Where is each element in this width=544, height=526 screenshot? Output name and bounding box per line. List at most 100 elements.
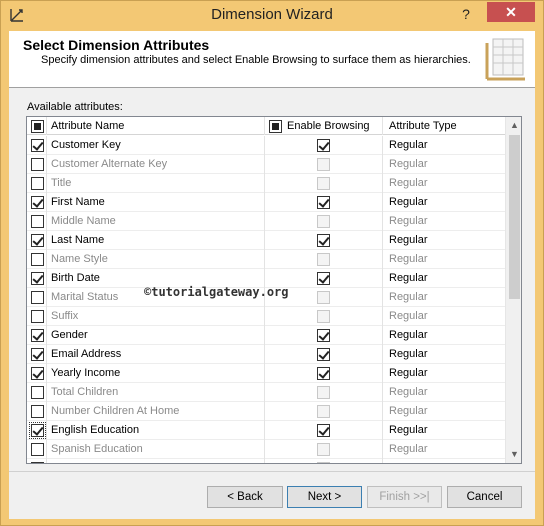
attribute-name[interactable]: Customer Alternate Key	[47, 155, 265, 174]
table-row[interactable]: Gender Regular	[27, 326, 505, 345]
attribute-name[interactable]: First Name	[47, 193, 265, 212]
attribute-type[interactable]: Regular	[383, 212, 505, 231]
next-button[interactable]: Next >	[287, 486, 362, 508]
attribute-name[interactable]: French Education	[47, 459, 265, 463]
attribute-name[interactable]: Suffix	[47, 307, 265, 326]
help-button[interactable]: ?	[455, 5, 477, 23]
table-row[interactable]: Name Style Regular	[27, 250, 505, 269]
vertical-scrollbar[interactable]: ▲ ▼	[505, 117, 521, 463]
row-select-checkbox[interactable]	[31, 158, 44, 171]
enable-browsing-checkbox[interactable]	[317, 215, 330, 228]
row-select-checkbox[interactable]	[31, 253, 44, 266]
finish-button[interactable]: Finish >>|	[367, 486, 442, 508]
attribute-type[interactable]: Regular	[383, 250, 505, 269]
attribute-name[interactable]: Yearly Income	[47, 364, 265, 383]
enable-browsing-checkbox[interactable]	[317, 310, 330, 323]
enable-browsing-checkbox[interactable]	[317, 329, 330, 342]
row-select-checkbox[interactable]	[31, 386, 44, 399]
row-select-checkbox[interactable]	[31, 367, 44, 380]
table-row[interactable]: English Education Regular	[27, 421, 505, 440]
scroll-down-icon[interactable]: ▼	[506, 446, 521, 463]
attribute-type[interactable]: Regular	[383, 231, 505, 250]
enable-browsing-checkbox[interactable]	[317, 386, 330, 399]
attribute-type[interactable]: Regular	[383, 440, 505, 459]
table-row[interactable]: Number Children At Home Regular	[27, 402, 505, 421]
row-select-checkbox[interactable]	[31, 215, 44, 228]
scroll-up-icon[interactable]: ▲	[506, 117, 521, 134]
attribute-type[interactable]: Regular	[383, 459, 505, 463]
attribute-name[interactable]: English Education	[47, 421, 265, 440]
enable-browsing-checkbox[interactable]	[317, 234, 330, 247]
attribute-type[interactable]: Regular	[383, 307, 505, 326]
attribute-name[interactable]: Spanish Education	[47, 440, 265, 459]
enable-browsing-checkbox[interactable]	[317, 405, 330, 418]
enable-browsing-checkbox[interactable]	[317, 177, 330, 190]
attribute-name[interactable]: Customer Key	[47, 136, 265, 155]
row-select-checkbox[interactable]	[31, 348, 44, 361]
table-row[interactable]: French Education Regular	[27, 459, 505, 463]
attribute-name[interactable]: Gender	[47, 326, 265, 345]
attribute-type[interactable]: Regular	[383, 174, 505, 193]
column-header-enable-browsing[interactable]: Enable Browsing	[265, 117, 383, 135]
row-select-checkbox[interactable]	[31, 310, 44, 323]
row-select-checkbox[interactable]	[31, 272, 44, 285]
back-button[interactable]: < Back	[207, 486, 283, 508]
table-row[interactable]: Customer Alternate Key Regular	[27, 155, 505, 174]
select-all-checkbox[interactable]	[31, 120, 44, 133]
row-select-checkbox[interactable]	[31, 234, 44, 247]
attribute-type[interactable]: Regular	[383, 193, 505, 212]
enable-browsing-checkbox[interactable]	[317, 462, 330, 463]
scrollbar-thumb[interactable]	[509, 135, 520, 299]
attribute-name[interactable]: Name Style	[47, 250, 265, 269]
enable-browsing-checkbox[interactable]	[317, 272, 330, 285]
table-row[interactable]: First Name Regular	[27, 193, 505, 212]
enable-browsing-checkbox[interactable]	[317, 158, 330, 171]
attribute-name[interactable]: Title	[47, 174, 265, 193]
column-header-attribute-name[interactable]: Attribute Name	[47, 117, 265, 135]
enable-browsing-checkbox[interactable]	[317, 348, 330, 361]
enable-browsing-checkbox[interactable]	[317, 443, 330, 456]
table-row[interactable]: Title Regular	[27, 174, 505, 193]
row-select-checkbox[interactable]	[31, 443, 44, 456]
attribute-type[interactable]: Regular	[383, 364, 505, 383]
enable-browsing-checkbox[interactable]	[317, 367, 330, 380]
table-row[interactable]: Middle Name Regular	[27, 212, 505, 231]
attribute-type[interactable]: Regular	[383, 155, 505, 174]
attribute-type[interactable]: Regular	[383, 383, 505, 402]
column-header-attribute-type[interactable]: Attribute Type	[383, 117, 505, 135]
row-select-checkbox[interactable]	[31, 462, 44, 463]
row-select-checkbox[interactable]	[31, 405, 44, 418]
attribute-type[interactable]: Regular	[383, 326, 505, 345]
enable-browsing-checkbox[interactable]	[317, 291, 330, 304]
row-select-checkbox[interactable]	[29, 422, 46, 439]
attribute-type[interactable]: Regular	[383, 269, 505, 288]
enable-browsing-all-checkbox[interactable]	[269, 120, 282, 133]
row-select-checkbox[interactable]	[31, 196, 44, 209]
enable-browsing-checkbox[interactable]	[317, 424, 330, 437]
table-row[interactable]: Total Children Regular	[27, 383, 505, 402]
attribute-type[interactable]: Regular	[383, 136, 505, 155]
enable-browsing-checkbox[interactable]	[317, 196, 330, 209]
attribute-type[interactable]: Regular	[383, 421, 505, 440]
attribute-type[interactable]: Regular	[383, 345, 505, 364]
table-row[interactable]: Yearly Income Regular	[27, 364, 505, 383]
enable-browsing-checkbox[interactable]	[317, 253, 330, 266]
attribute-name[interactable]: Last Name	[47, 231, 265, 250]
table-row[interactable]: Email Address Regular	[27, 345, 505, 364]
table-row[interactable]: Last Name Regular	[27, 231, 505, 250]
attribute-name[interactable]: Email Address	[47, 345, 265, 364]
row-select-checkbox[interactable]	[31, 177, 44, 190]
row-select-checkbox[interactable]	[31, 291, 44, 304]
cancel-button[interactable]: Cancel	[447, 486, 522, 508]
attribute-name[interactable]: Middle Name	[47, 212, 265, 231]
attribute-name[interactable]: Number Children At Home	[47, 402, 265, 421]
attribute-name[interactable]: Total Children	[47, 383, 265, 402]
attribute-type[interactable]: Regular	[383, 402, 505, 421]
close-button[interactable]: ✕	[487, 2, 535, 22]
table-row[interactable]: Suffix Regular	[27, 307, 505, 326]
enable-browsing-checkbox[interactable]	[317, 139, 330, 152]
attribute-type[interactable]: Regular	[383, 288, 505, 307]
row-select-checkbox[interactable]	[31, 139, 44, 152]
table-row[interactable]: Spanish Education Regular	[27, 440, 505, 459]
row-select-checkbox[interactable]	[31, 329, 44, 342]
